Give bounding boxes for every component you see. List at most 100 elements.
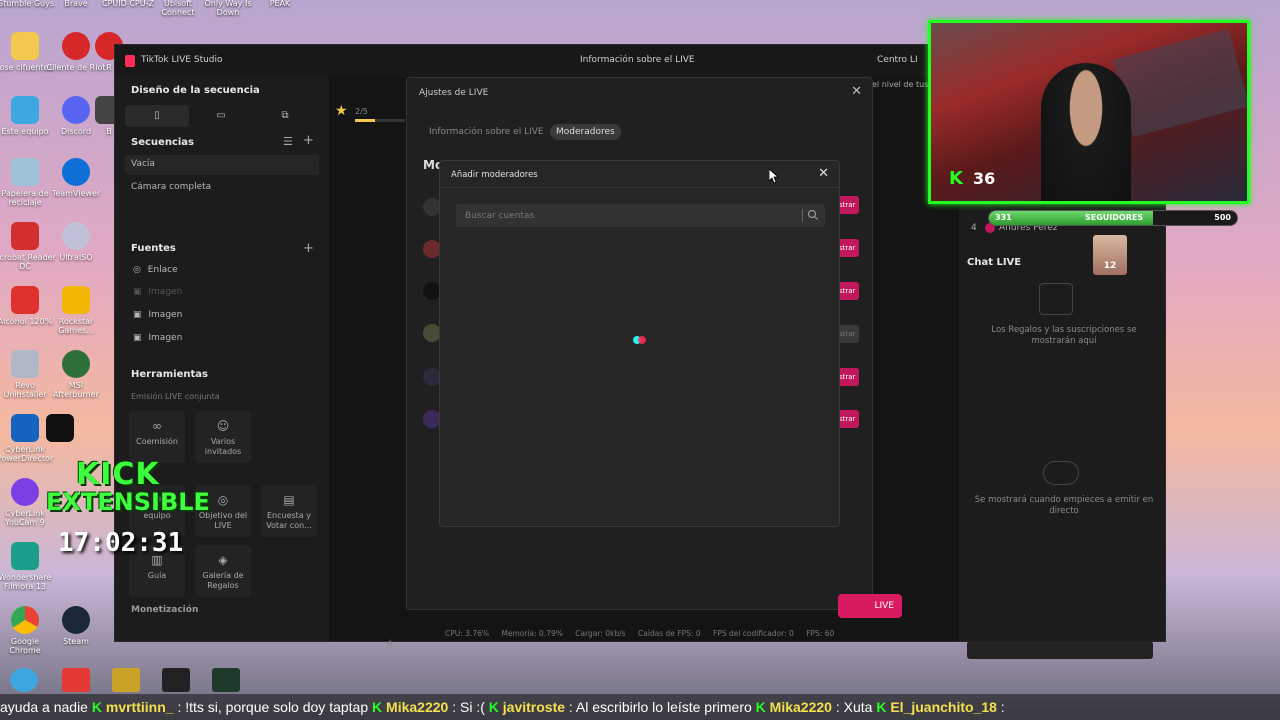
edge-icon[interactable]: [10, 668, 38, 692]
desktop-icon-label: R: [106, 63, 112, 72]
row-action-button[interactable]: strar: [837, 282, 859, 300]
streamer-silhouette: [1041, 63, 1131, 201]
tool-multi-guest[interactable]: ☺ Varios invitados: [195, 411, 251, 463]
gift-box-icon: [1039, 283, 1073, 315]
source-label: Enlace: [147, 265, 178, 275]
chat-ticker: ayuda a nadie K mvrttiinn_ : !tts si, po…: [0, 694, 1280, 720]
followers-current: 331: [995, 213, 1012, 222]
layout-multi-tab[interactable]: ⧉: [253, 105, 317, 127]
star-progress: 2/5: [355, 107, 368, 116]
desktop-label-onlyway[interactable]: Only Way Is Down: [198, 0, 258, 18]
desktop-icon-rockstar[interactable]: Rockstar Games...: [45, 286, 107, 335]
tab-live-info[interactable]: Información sobre el LIVE: [423, 124, 550, 140]
alcohol-icon: [11, 286, 39, 314]
center-link[interactable]: Centro LI: [877, 55, 918, 65]
close-icon[interactable]: ✕: [851, 84, 862, 99]
tool-label: Encuesta y Votar con...: [266, 511, 312, 530]
level-hint: el nivel de tus: [872, 80, 929, 89]
desktop-label-peak[interactable]: PEAK: [250, 0, 310, 9]
layout-landscape-tab[interactable]: ▭: [189, 105, 253, 127]
desktop-icon-cod[interactable]: [45, 414, 75, 445]
sequence-item-full-camera[interactable]: Cámara completa: [131, 182, 211, 192]
sources-heading: Fuentes: [131, 243, 176, 254]
ticker-text: : !tts si, porque solo doy taptap: [173, 699, 373, 715]
add-source-icon[interactable]: +: [303, 241, 314, 256]
taskbar-app-icon[interactable]: [162, 668, 190, 692]
ticker-text: : Xuta: [831, 699, 877, 715]
add-sequence-icon[interactable]: +: [303, 133, 314, 148]
layout-portrait-tab[interactable]: ▯: [125, 105, 189, 127]
kick-viewer-count: 36: [973, 169, 996, 188]
desktop-icon-ultraiso[interactable]: UltraISO: [45, 222, 107, 262]
sequences-heading: Secuencias: [131, 137, 194, 148]
rockstar-icon: [62, 286, 90, 314]
desktop-icon-label: Papelera de reciclaje: [1, 189, 49, 208]
desktop-icon-label: UltraISO: [59, 253, 93, 262]
search-box: [456, 204, 825, 227]
ticker-text: ayuda a nadie: [0, 699, 92, 715]
source-item-link[interactable]: ◎ Enlace: [133, 265, 178, 275]
discord-icon: [62, 96, 90, 124]
row-action-button[interactable]: strar: [837, 325, 859, 343]
monitor-icon: [11, 96, 39, 124]
tool-cohost[interactable]: ∞ Coemisión: [129, 411, 185, 463]
source-item-image-hidden[interactable]: ▣ Imagen: [133, 287, 182, 297]
source-item-image[interactable]: ▣ Imagen: [133, 310, 182, 320]
tools-heading: Herramientas: [131, 369, 208, 380]
live-info-title[interactable]: Información sobre el LIVE: [580, 55, 695, 65]
tool-gift-gallery[interactable]: ◈ Galería de Regalos: [195, 545, 251, 597]
row-action-button[interactable]: strar: [837, 239, 859, 257]
ticker-text: :: [996, 699, 1005, 715]
steam-icon: [62, 606, 90, 634]
poll-icon: ▤: [283, 493, 295, 507]
layout-tabs: ▯ ▭ ⧉: [125, 105, 319, 127]
tool-label: Galería de Regalos: [202, 571, 244, 590]
taskbar-app-icon[interactable]: [112, 668, 140, 692]
desktop-icon-label: TeamViewer: [51, 189, 101, 198]
tab-moderators[interactable]: Moderadores: [550, 124, 621, 140]
go-live-button[interactable]: LIVE: [838, 594, 902, 618]
desktop-icon-label: Google Chrome: [9, 637, 41, 656]
desktop-label-brave[interactable]: Brave: [46, 0, 106, 9]
desktop-icon-label: Rockstar Games...: [58, 317, 94, 336]
desktop-icon-teamviewer[interactable]: TeamViewer: [45, 158, 107, 198]
row-action-button[interactable]: strar: [837, 410, 859, 428]
sequence-item-empty[interactable]: Vacía: [131, 159, 155, 169]
row-action-button[interactable]: strar: [837, 196, 859, 214]
search-icon[interactable]: [807, 209, 819, 221]
kick-icon: K: [91, 699, 102, 715]
followers-label: SEGUIDORES: [1085, 213, 1144, 222]
kick-icon: K: [488, 699, 499, 715]
chat-empty-text: Se mostrará cuando empieces a emitir en …: [974, 495, 1154, 517]
image-icon: ▣: [133, 310, 142, 320]
logo-line1: KICK: [76, 457, 160, 492]
ticker-user: mvrttiinn_: [105, 699, 174, 715]
desktop-icon-steam[interactable]: Steam: [45, 606, 107, 646]
chat-live-heading: Chat LIVE: [967, 257, 1022, 268]
users-icon: ☺: [216, 419, 230, 433]
search-input[interactable]: [465, 207, 795, 224]
image-icon: ▣: [133, 333, 142, 343]
desktop-icon-filmora[interactable]: Wondershare Filmora 13: [0, 542, 56, 591]
source-label: Imagen: [148, 310, 183, 320]
close-icon[interactable]: ✕: [818, 166, 829, 181]
list-icon[interactable]: ☰: [283, 135, 293, 148]
status-fps-drops: Caídas de FPS: 0: [637, 629, 701, 638]
desktop-icon-msi[interactable]: MSI Afterburner: [45, 350, 107, 399]
overlay-clock: 17:02:31: [58, 528, 184, 558]
tool-poll[interactable]: ▤ Encuesta y Votar con...: [261, 485, 317, 537]
rank-number: 4: [971, 223, 977, 233]
gifts-empty-text: Los Regalos y las suscripciones se mostr…: [991, 325, 1137, 347]
add-moderators-modal: Añadir moderadores ✕: [439, 160, 840, 527]
followers-goal: 500: [1214, 213, 1231, 222]
anydesk-icon[interactable]: [62, 668, 90, 692]
star-progress-fill: [355, 119, 375, 122]
design-heading: Diseño de la secuencia: [131, 85, 260, 96]
row-action-button[interactable]: strar: [837, 368, 859, 386]
magic-wand-icon[interactable]: ⚡: [385, 637, 393, 651]
source-item-image[interactable]: ▣ Imagen: [133, 333, 182, 343]
taskbar-app-icon[interactable]: [212, 668, 240, 692]
tool-label: Varios invitados: [204, 437, 242, 456]
tool-label: Guía: [147, 571, 167, 580]
desktop-icon-label: Wondershare Filmora 13: [0, 573, 52, 592]
